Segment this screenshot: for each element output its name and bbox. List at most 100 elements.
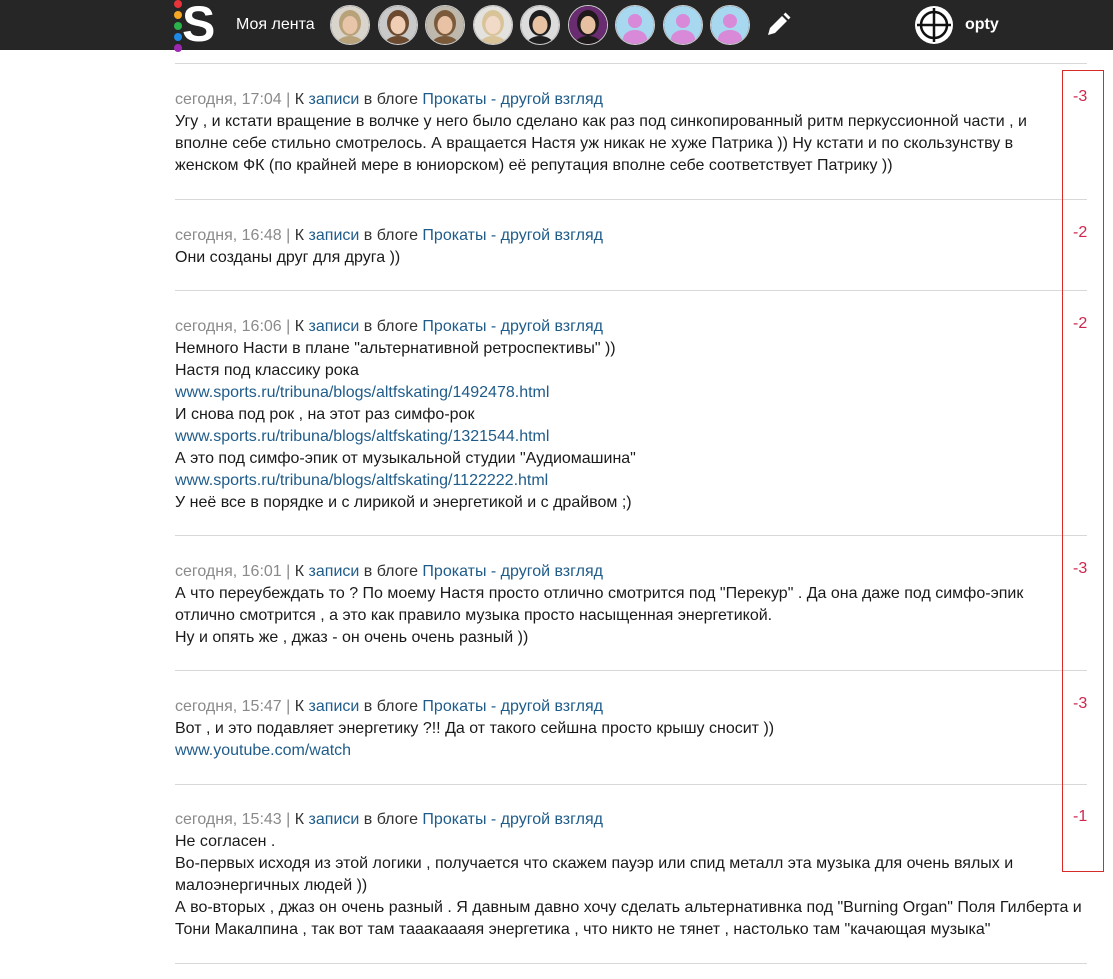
comment-item: сегодня, 16:06 | К записи в блоге Прокат… bbox=[175, 316, 1055, 514]
comment-text-line: Вот , и это подавляет энергетику ?!! Да … bbox=[175, 720, 775, 737]
blog-link[interactable]: Прокаты - другой взгляд bbox=[422, 811, 603, 828]
blog-link[interactable]: Прокаты - другой взгляд bbox=[422, 698, 603, 715]
comment-time: сегодня, 15:47 bbox=[175, 698, 282, 715]
user-avatar[interactable] bbox=[914, 5, 954, 45]
comment-separator bbox=[175, 535, 1087, 536]
comment-item: сегодня, 15:47 | К записи в блоге Прокат… bbox=[175, 696, 1055, 762]
logo-dot bbox=[174, 44, 182, 52]
comment-meta: сегодня, 16:48 | К записи в блоге Прокат… bbox=[175, 225, 1055, 247]
comment-time: сегодня, 15:43 bbox=[175, 811, 282, 828]
comment-meta: сегодня, 16:06 | К записи в блоге Прокат… bbox=[175, 316, 1055, 338]
meta-in-blog: в блоге bbox=[363, 318, 418, 335]
comment-text-line: Настя под классику рока bbox=[175, 362, 359, 379]
meta-prefix: К bbox=[294, 227, 305, 244]
comment-text-line: У неё все в порядке и с лирикой и энерге… bbox=[175, 494, 632, 511]
comment-separator bbox=[175, 63, 1087, 64]
meta-prefix: К bbox=[294, 811, 305, 828]
comment-separator bbox=[175, 290, 1087, 291]
logo-dots bbox=[174, 0, 182, 52]
comment-separator bbox=[175, 670, 1087, 671]
avatar-3[interactable] bbox=[425, 5, 465, 45]
comment-url-link[interactable]: www.sports.ru/tribuna/blogs/altfskating/… bbox=[175, 382, 1055, 404]
comment-url-link[interactable]: www.sports.ru/tribuna/blogs/altfskating/… bbox=[175, 426, 1055, 448]
comment-text-line: А во-вторых , джаз он очень разный . Я д… bbox=[175, 899, 1082, 916]
post-link[interactable]: записи bbox=[309, 318, 360, 335]
comment-item: сегодня, 15:43 | К записи в блоге Прокат… bbox=[175, 809, 1082, 941]
comment-time: сегодня, 16:48 bbox=[175, 227, 282, 244]
comment-text-line: А это под симфо-эпик от музыкальной студ… bbox=[175, 450, 636, 467]
comment-text-line: Угу , и кстати вращение в волчке у него … bbox=[175, 113, 1027, 130]
meta-divider: | bbox=[286, 91, 291, 108]
post-link[interactable]: записи bbox=[309, 227, 360, 244]
blog-link[interactable]: Прокаты - другой взгляд bbox=[422, 91, 603, 108]
comment-url-link[interactable]: www.sports.ru/tribuna/blogs/altfskating/… bbox=[175, 470, 1055, 492]
meta-divider: | bbox=[286, 811, 291, 828]
comment-meta: сегодня, 15:43 | К записи в блоге Прокат… bbox=[175, 809, 1055, 831]
comment-time: сегодня, 16:06 bbox=[175, 318, 282, 335]
comment-text-line: женском ФК (по крайней мере в юниорском)… bbox=[175, 157, 893, 174]
meta-divider: | bbox=[286, 227, 291, 244]
meta-divider: | bbox=[286, 563, 291, 580]
comment-text-line: Не согласен . bbox=[175, 833, 276, 850]
pencil-icon[interactable] bbox=[764, 11, 792, 39]
meta-prefix: К bbox=[294, 318, 305, 335]
comment-separator bbox=[175, 784, 1087, 785]
meta-prefix: К bbox=[294, 698, 305, 715]
comment-time: сегодня, 16:01 bbox=[175, 563, 282, 580]
site-logo[interactable]: S bbox=[172, 0, 218, 52]
blog-link[interactable]: Прокаты - другой взгляд bbox=[422, 318, 603, 335]
comment-text-line: Во-первых исходя из этой логики , получа… bbox=[175, 855, 1014, 872]
meta-divider: | bbox=[286, 698, 291, 715]
post-link[interactable]: записи bbox=[309, 91, 360, 108]
top-navigation-bar: S Моя лента opty bbox=[0, 0, 1113, 52]
avatar-8[interactable] bbox=[662, 5, 703, 45]
logo-dot bbox=[174, 33, 182, 41]
comment-meta: сегодня, 15:47 | К записи в блоге Прокат… bbox=[175, 696, 1055, 718]
comment-text: Вот , и это подавляет энергетику ?!! Да … bbox=[175, 718, 1055, 762]
comment-text: Не согласен . Во-первых исходя из этой ло… bbox=[175, 831, 1082, 941]
username[interactable]: opty bbox=[965, 0, 999, 50]
avatar-4[interactable] bbox=[472, 5, 513, 45]
meta-in-blog: в блоге bbox=[363, 698, 418, 715]
avatar-2[interactable] bbox=[377, 5, 418, 45]
comment-item: сегодня, 16:01 | К записи в блоге Прокат… bbox=[175, 561, 1055, 649]
avatar-6[interactable] bbox=[567, 5, 608, 45]
comment-text-line: Тони Макалпина , так вот там тааакаааяя … bbox=[175, 921, 991, 938]
comment-item: сегодня, 17:04 | К записи в блоге Прокат… bbox=[175, 89, 1055, 177]
comment-time: сегодня, 17:04 bbox=[175, 91, 282, 108]
post-link[interactable]: записи bbox=[309, 563, 360, 580]
comment-text: Угу , и кстати вращение в волчке у него … bbox=[175, 111, 1055, 177]
meta-in-blog: в блоге bbox=[363, 91, 418, 108]
logo-dot bbox=[174, 0, 182, 8]
meta-prefix: К bbox=[294, 91, 305, 108]
blog-link[interactable]: Прокаты - другой взгляд bbox=[422, 563, 603, 580]
comment-separator bbox=[175, 199, 1087, 200]
post-link[interactable]: записи bbox=[309, 698, 360, 715]
post-link[interactable]: записи bbox=[309, 811, 360, 828]
comment-text-line: отлично смотрится , а это как правило му… bbox=[175, 607, 773, 624]
my-feed-link[interactable]: Моя лента bbox=[236, 0, 315, 50]
comment-text-line: Ну и опять же , джаз - он очень очень ра… bbox=[175, 629, 529, 646]
comment-text-line: А что переубеждать то ? По моему Настя п… bbox=[175, 585, 1024, 602]
avatar-1[interactable] bbox=[330, 5, 370, 45]
logo-letter: S bbox=[182, 0, 216, 52]
comment-meta: сегодня, 16:01 | К записи в блоге Прокат… bbox=[175, 561, 1055, 583]
comment-item: сегодня, 16:48 | К записи в блоге Прокат… bbox=[175, 225, 1055, 269]
comment-text-line: Они созданы друг для друга )) bbox=[175, 249, 401, 266]
avatar-5[interactable] bbox=[520, 5, 560, 45]
logo-dot bbox=[174, 22, 182, 30]
comment-text-line: вполне себе стильно смотрелось. А вращае… bbox=[175, 135, 1014, 152]
blog-link[interactable]: Прокаты - другой взгляд bbox=[422, 227, 603, 244]
avatar-9[interactable] bbox=[710, 5, 750, 45]
comment-text-line: малоэнергичных людей )) bbox=[175, 877, 368, 894]
score-highlight-box bbox=[1062, 70, 1104, 872]
meta-in-blog: в блоге bbox=[363, 227, 418, 244]
comment-separator bbox=[175, 963, 1087, 964]
meta-prefix: К bbox=[294, 563, 305, 580]
comment-url-link[interactable]: www.youtube.com/watch bbox=[175, 740, 1055, 762]
comment-text: Немного Насти в плане "альтернативной ре… bbox=[175, 338, 1055, 514]
avatar-7[interactable] bbox=[615, 5, 655, 45]
meta-in-blog: в блоге bbox=[363, 811, 418, 828]
comment-text: Они созданы друг для друга )) bbox=[175, 247, 1055, 269]
comment-meta: сегодня, 17:04 | К записи в блоге Прокат… bbox=[175, 89, 1055, 111]
